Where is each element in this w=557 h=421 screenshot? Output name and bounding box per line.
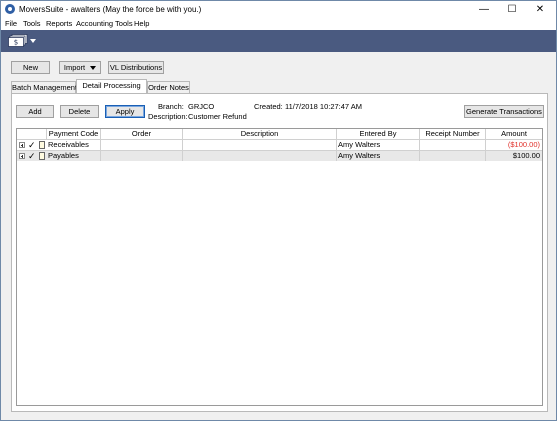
cell-receipt-number[interactable] [420, 140, 486, 150]
svg-text:$: $ [14, 39, 18, 47]
import-dropdown-button[interactable]: Import [59, 61, 101, 74]
window-title: MoversSuite - awalters (May the force be… [19, 5, 202, 14]
checkmark-icon: ✓ [28, 151, 36, 161]
column-header-description[interactable]: Description [183, 129, 337, 139]
cell-order[interactable] [101, 140, 183, 150]
close-button[interactable]: ✕ [526, 1, 554, 19]
vl-distributions-button[interactable]: VL Distributions [108, 61, 164, 74]
column-header-payment-code[interactable]: Payment Code [47, 129, 101, 139]
module-toolbar: $ [1, 30, 556, 52]
add-button[interactable]: Add [16, 105, 54, 118]
moverssuite-logo-icon [5, 4, 15, 14]
checkmark-icon: ✓ [28, 140, 36, 150]
column-header-entered-by[interactable]: Entered By [337, 129, 420, 139]
tab-batch-management[interactable]: Batch Management [11, 81, 77, 93]
delete-button[interactable]: Delete [60, 105, 99, 118]
cell-entered-by[interactable]: Amy Walters [337, 151, 420, 161]
menu-help[interactable]: Help [134, 19, 149, 28]
document-icon[interactable] [39, 141, 45, 149]
column-header-amount[interactable]: Amount [486, 129, 542, 139]
cell-payment-code[interactable]: Receivables [47, 140, 101, 150]
menu-accounting-tools[interactable]: Accounting Tools [76, 19, 133, 28]
apply-button[interactable]: Apply [105, 105, 145, 118]
created-value: 11/7/2018 10:27:47 AM [285, 102, 363, 111]
cell-description[interactable] [183, 151, 337, 161]
cell-amount[interactable]: ($100.00) [486, 140, 542, 150]
cell-entered-by[interactable]: Amy Walters [337, 140, 420, 150]
created-label: Created: [254, 102, 283, 111]
menu-bar: File Tools Reports Accounting Tools Help [1, 19, 556, 30]
menu-tools[interactable]: Tools [23, 19, 41, 28]
detail-processing-panel: Add Delete Apply Branch: GRJCO Descripti… [11, 93, 548, 412]
table-row[interactable]: ✓ Payables Amy Walters $100.00 [17, 150, 542, 161]
tab-detail-processing[interactable]: Detail Processing [76, 79, 147, 93]
branch-value: GRJCO [188, 102, 215, 111]
cell-payment-code[interactable]: Payables [47, 151, 101, 161]
column-header-order[interactable]: Order [101, 129, 183, 139]
tab-order-notes[interactable]: Order Notes [147, 81, 190, 93]
table-row[interactable]: ✓ Receivables Amy Walters ($100.00) [17, 139, 542, 150]
expand-icon[interactable] [19, 153, 25, 159]
menu-file[interactable]: File [5, 19, 17, 28]
import-label: Import [63, 63, 86, 72]
grid-header-spacer [17, 129, 47, 139]
minimize-button[interactable]: — [470, 1, 498, 19]
cell-order[interactable] [101, 151, 183, 161]
title-bar[interactable]: MoversSuite - awalters (May the force be… [1, 1, 556, 19]
expand-icon[interactable] [19, 142, 25, 148]
document-icon[interactable] [39, 152, 45, 160]
maximize-button[interactable]: ☐ [498, 1, 526, 19]
cell-amount[interactable]: $100.00 [486, 151, 542, 161]
money-icon[interactable]: $ [8, 34, 28, 47]
app-window: MoversSuite - awalters (May the force be… [0, 0, 557, 421]
cell-description[interactable] [183, 140, 337, 150]
description-value: Customer Refund [188, 112, 247, 121]
branch-label: Branch: [158, 102, 184, 111]
column-header-receipt-number[interactable]: Receipt Number [420, 129, 486, 139]
menu-reports[interactable]: Reports [46, 19, 72, 28]
chevron-down-icon [90, 66, 97, 71]
generate-transactions-button[interactable]: Generate Transactions [464, 105, 544, 118]
description-label: Description: [148, 112, 188, 121]
cell-receipt-number[interactable] [420, 151, 486, 161]
new-button[interactable]: New [11, 61, 50, 74]
chevron-down-icon[interactable] [30, 39, 36, 43]
payments-grid[interactable]: Payment Code Order Description Entered B… [16, 128, 543, 406]
